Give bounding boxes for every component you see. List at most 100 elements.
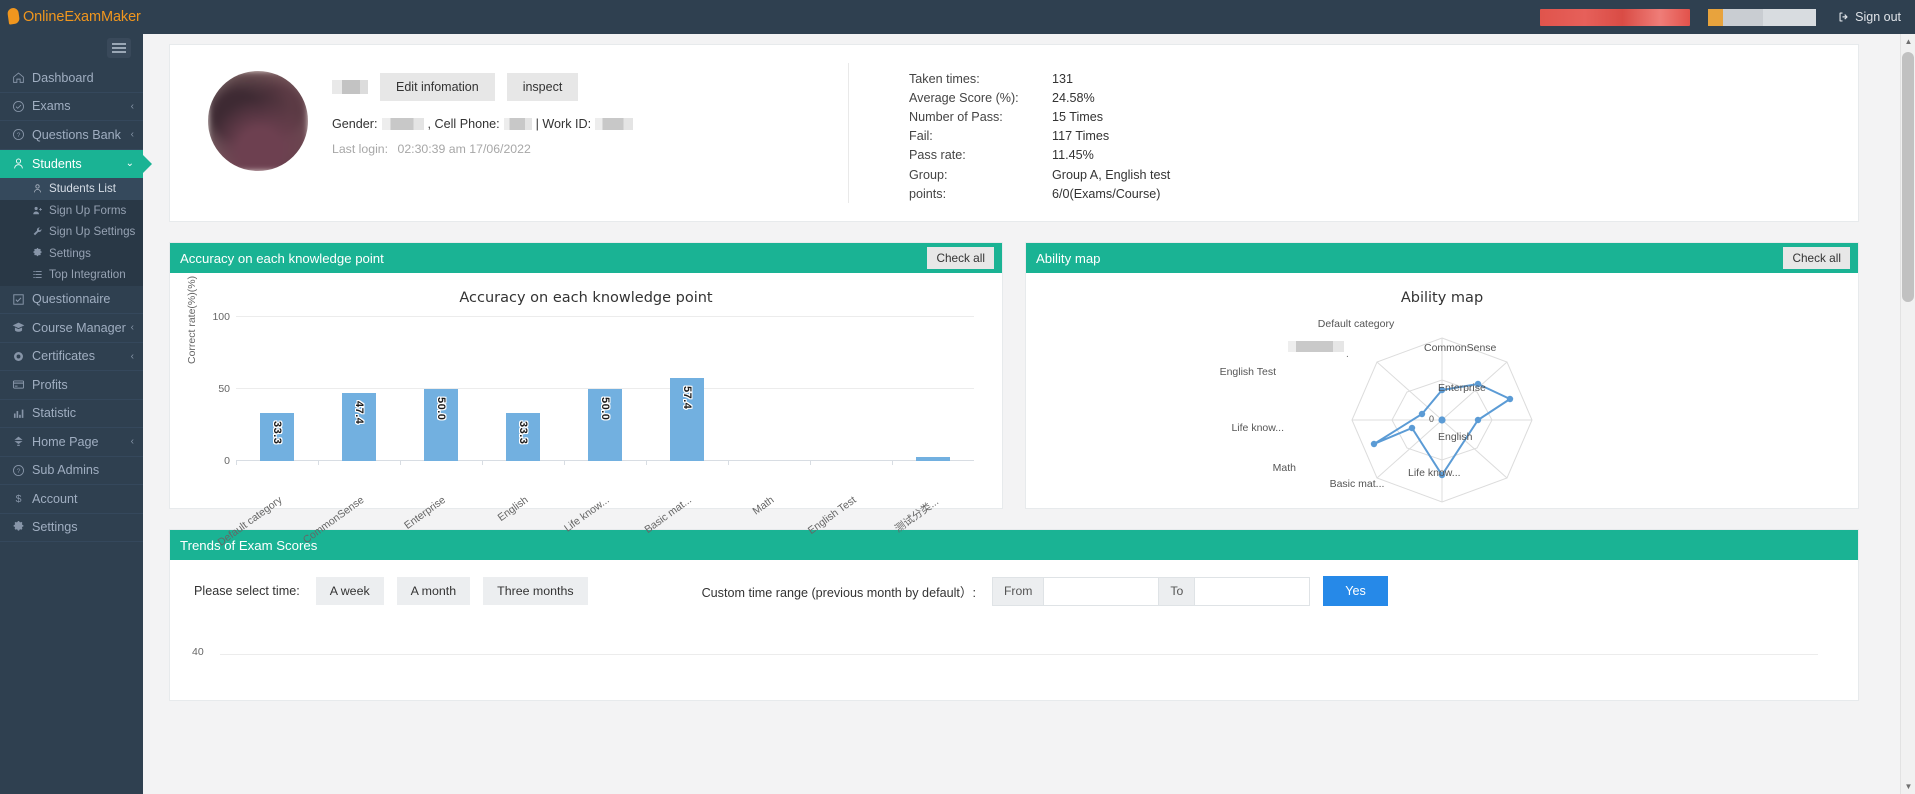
sidebar-sub-label: Students List (49, 182, 117, 196)
sidebar-item-dashboard[interactable]: Dashboard (0, 64, 143, 93)
accuracy-check-all-button[interactable]: Check all (927, 247, 994, 269)
bar-value: 47.4 (353, 401, 365, 425)
ytick-0: 0 (224, 455, 230, 467)
sign-out-label: Sign out (1855, 10, 1901, 24)
card-icon (11, 378, 25, 391)
a-week-button[interactable]: A week (315, 577, 384, 605)
accuracy-panel-header: Accuracy on each knowledge point Check a… (170, 243, 1002, 273)
chevron-down-icon: ⌄ (125, 158, 134, 170)
stat-value: 117 Times (1052, 129, 1110, 144)
sidebar-label: Account (32, 491, 78, 506)
cell-phone-value-redacted (503, 118, 532, 130)
sidebar-item-course-manager[interactable]: Course Manager ‹ (0, 314, 143, 343)
bar[interactable] (916, 457, 950, 461)
inspect-button[interactable]: inspect (506, 73, 579, 101)
select-time-label: Please select time: (194, 584, 300, 598)
sidebar-item-profits[interactable]: Profits (0, 371, 143, 400)
radar-label-redacted (1288, 341, 1344, 352)
sidebar-label: Dashboard (32, 70, 94, 85)
svg-text:?: ? (16, 468, 20, 475)
chevron-left-icon: ‹ (130, 129, 134, 141)
scroll-up-arrow[interactable]: ▲ (1901, 34, 1915, 49)
chevron-left-icon: ‹ (130, 350, 134, 362)
sidebar-item-settings[interactable]: Settings (0, 514, 143, 542)
gender-value-redacted (381, 118, 424, 130)
bar-value: 50.0 (435, 397, 447, 421)
scroll-down-arrow[interactable]: ▼ (1901, 779, 1915, 794)
bar[interactable]: 57.4 (670, 378, 704, 461)
bar-chart-xlabels: Default category CommonSense Enterprise … (215, 488, 974, 549)
accuracy-panel-title: Accuracy on each knowledge point (180, 250, 384, 266)
stat-label: Group: (909, 167, 948, 182)
main-content: Edit infomation inspect Gender: , Cell P… (143, 0, 1915, 794)
ability-check-all-button[interactable]: Check all (1783, 247, 1850, 269)
sidebar-item-students-list[interactable]: Students List (0, 178, 143, 200)
sidebar-label: Sub Admins (32, 463, 100, 478)
sidebar-item-certificates[interactable]: Certificates ‹ (0, 343, 143, 371)
app-root: OnlineExamMaker Sign out Dashboard Exams… (0, 0, 1915, 794)
from-label: From (991, 576, 1044, 606)
sign-out-button[interactable]: Sign out (1838, 10, 1901, 24)
three-months-button[interactable]: Three months (483, 577, 588, 605)
top-bar-right: Sign out (1540, 0, 1915, 34)
a-month-button[interactable]: A month (396, 577, 471, 605)
bar[interactable]: 33.3 (260, 413, 294, 461)
yes-submit-button[interactable]: Yes (1323, 576, 1388, 606)
bar[interactable]: 47.4 (342, 393, 376, 461)
question-circle-icon: ? (11, 128, 25, 141)
scrollbar-thumb[interactable] (1902, 52, 1914, 302)
sidebar: Dashboard Exams ‹ ? Questions Bank ‹ Stu… (0, 0, 143, 794)
bar[interactable]: 50.0 (588, 389, 622, 461)
stat-row: Group: Group A, English test (909, 165, 1170, 184)
bar-value: 33.3 (271, 421, 283, 445)
sidebar-item-statistic[interactable]: Statistic (0, 400, 143, 428)
sidebar-item-questionnaire[interactable]: Questionnaire (0, 286, 143, 314)
sidebar-toggle-button[interactable] (107, 38, 131, 58)
student-name-redacted (332, 80, 368, 94)
dollar-icon: $ (11, 492, 25, 505)
bar[interactable]: 33.3 (506, 413, 540, 461)
stat-value: Group A, English test (1052, 167, 1171, 182)
sidebar-item-sign-up-forms[interactable]: Sign Up Forms (0, 200, 143, 222)
ability-map-panel: Ability map Check all Ability map 0 . De… (1025, 242, 1859, 509)
sidebar-item-sign-up-settings[interactable]: Sign Up Settings (0, 221, 143, 243)
page-scrollbar[interactable]: ▲ ▼ (1900, 34, 1915, 794)
radar-axis-label: English (1438, 431, 1473, 443)
radar-axis-label: English Test (1219, 366, 1276, 378)
stat-row: Average Score (%): 24.58% (909, 88, 1170, 107)
user-icon (31, 183, 43, 194)
sidebar-item-questions-bank[interactable]: ? Questions Bank ‹ (0, 121, 143, 150)
sidebar-item-sub-admins[interactable]: ? Sub Admins (0, 457, 143, 485)
edit-information-button[interactable]: Edit infomation (380, 73, 495, 101)
stat-label: points: (909, 186, 947, 201)
brand-logo[interactable]: OnlineExamMaker (0, 0, 175, 34)
sidebar-label: Students (32, 156, 82, 171)
bar[interactable]: 50.0 (424, 389, 458, 461)
sidebar-item-account[interactable]: $ Account (0, 485, 143, 514)
sidebar-item-home-page[interactable]: Home Page ‹ (0, 428, 143, 457)
sidebar-item-exams[interactable]: Exams ‹ (0, 93, 143, 121)
sidebar-item-top-integration[interactable]: Top Integration (0, 264, 143, 286)
stat-value: 15 Times (1052, 109, 1104, 124)
xlabel: Enterprise (402, 494, 449, 532)
gear-icon (11, 520, 25, 534)
trends-panel-body: Please select time: A week A month Three… (170, 560, 1858, 700)
leaf-icon (11, 435, 25, 448)
user-plus-icon (31, 205, 43, 216)
from-date-input[interactable] (1043, 576, 1160, 606)
students-submenu: Students List Sign Up Forms Sign Up Sett… (0, 178, 143, 286)
svg-text:$: $ (15, 493, 21, 505)
to-date-input[interactable] (1194, 576, 1311, 606)
stat-row: Number of Pass: 15 Times (909, 107, 1170, 126)
sidebar-item-students[interactable]: Students ⌄ (0, 149, 143, 178)
profile-meta-row: Gender: , Cell Phone: | Work ID: (332, 117, 634, 131)
svg-text:?: ? (16, 132, 20, 139)
home-icon (11, 71, 25, 84)
sidebar-label: Settings (32, 520, 78, 535)
stat-label: Number of Pass: (909, 109, 1003, 124)
sidebar-label: Course Manager (32, 320, 126, 335)
sidebar-item-students-settings[interactable]: Settings (0, 243, 143, 265)
xlabel: Life know... (562, 494, 613, 535)
radar-axis-label: Default category (1317, 318, 1395, 330)
xlabel: English Test (805, 494, 859, 537)
